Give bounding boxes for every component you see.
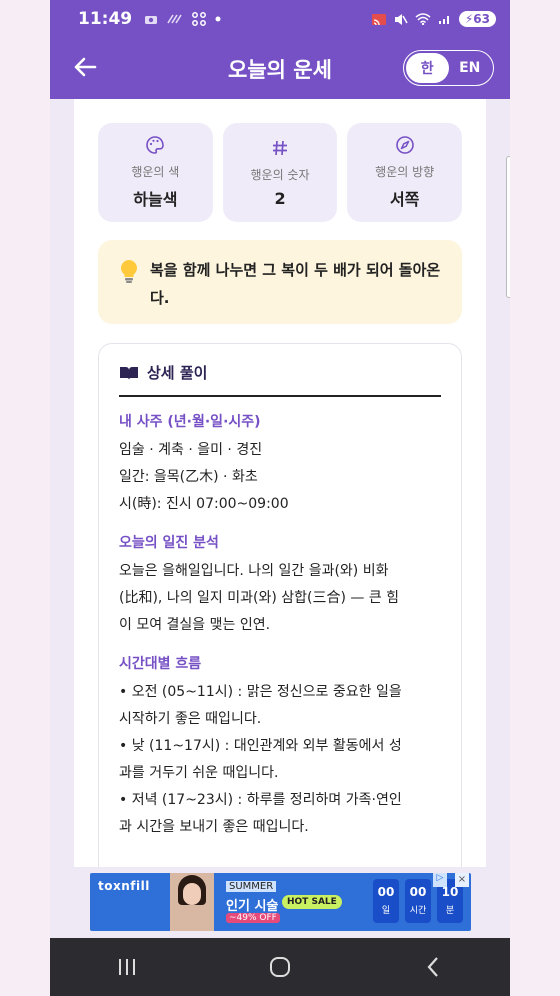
iljin-line: 오늘은 을해일입니다. 나의 일간 을과(와) 비화	[119, 563, 389, 579]
lucky-color-value: 하늘색	[133, 190, 178, 209]
status-system-icons: ⚡63	[371, 11, 496, 27]
lucky-direction-value: 서쪽	[389, 190, 420, 209]
ad-model-image	[170, 873, 214, 931]
status-time: 11:49	[78, 9, 133, 29]
saju-line: 시(時): 진시 07:00~09:00	[119, 496, 289, 512]
ad-timer-minutes-unit: 분	[445, 906, 455, 916]
ad-timer-hours-unit: 시간	[409, 906, 427, 916]
chevron-left-icon	[427, 957, 439, 977]
iljin-line: (比和), 나의 일지 미과(와) 삼합(三合) — 큰 힘	[119, 590, 400, 606]
back-arrow-icon[interactable]	[70, 52, 100, 82]
lucky-number-label: 행운의 숫자	[250, 167, 310, 182]
lightbulb-icon	[121, 260, 137, 283]
time-flow-line: • 저녁 (17~23시) : 하루를 정리하며 가족·연인	[119, 792, 402, 808]
status-notification-icons	[144, 12, 221, 26]
system-nav-bar	[50, 938, 510, 996]
lucky-items: 행운의 색 하늘색 행운의 숫자 2 행운의 방향 서쪽	[98, 123, 463, 222]
hash-icon	[273, 140, 287, 155]
lucky-number-value: 2	[274, 188, 286, 208]
book-icon	[120, 366, 138, 380]
lucky-direction-label: 행운의 방향	[375, 165, 435, 179]
ad-hot-sale: HOT SALE	[282, 895, 342, 909]
lang-english-button[interactable]: EN	[449, 53, 492, 83]
wifi-icon	[415, 13, 431, 25]
battery-level: 63	[473, 12, 490, 26]
ad-tag-popular: 인기 시술	[226, 899, 279, 914]
camera-icon	[145, 16, 158, 24]
detail-card: 상세 풀이 내 사주 (년·월·일·시주) 임술 · 계축 · 을미 · 경진 …	[98, 343, 462, 867]
phone-screen: 11:49 ⚡63 오늘의 운세 한 EN 행운의 색 하늘색 행운의 숫자 2…	[50, 0, 510, 996]
saju-section-title: 내 사주 (년·월·일·시주)	[119, 414, 261, 430]
palette-icon	[146, 136, 165, 154]
fortune-tip-text: 복을 함께 나누면 그 복이 두 배가 되어 돌아온다.	[150, 261, 441, 307]
detail-header-title: 상세 풀이	[147, 364, 208, 382]
ad-close-button[interactable]: ×	[455, 873, 469, 887]
scroll-edge-indicator	[506, 156, 510, 298]
ad-timer-days-unit: 일	[381, 906, 391, 916]
back-nav-button[interactable]	[413, 947, 453, 987]
time-flow-section-title: 시간대별 흐름	[119, 656, 202, 672]
ad-info-icon[interactable]: ▷	[433, 873, 447, 887]
lucky-color-card: 행운의 색 하늘색	[98, 123, 213, 222]
lucky-color-label: 행운의 색	[131, 165, 180, 179]
saju-section-text: 임술 · 계축 · 을미 · 경진 일간: 을목(乙木) · 화초 시(時): …	[119, 437, 441, 518]
grid-dots-icon	[192, 12, 207, 26]
saju-line: 임술 · 계축 · 을미 · 경진	[119, 442, 263, 458]
ad-tag-discount: ~49% OFF	[226, 913, 280, 923]
language-toggle[interactable]: 한 EN	[403, 50, 494, 86]
main-content: 행운의 색 하늘색 행운의 숫자 2 행운의 방향 서쪽 복을 함께 나누면 그…	[74, 99, 486, 867]
mute-icon	[394, 13, 408, 25]
stripes-icon	[167, 14, 182, 24]
compass-icon	[395, 136, 414, 154]
fortune-tip-card: 복을 함께 나누면 그 복이 두 배가 되어 돌아온다.	[98, 240, 462, 324]
iljin-section-title: 오늘의 일진 분석	[119, 535, 219, 551]
iljin-section-text: 오늘은 을해일입니다. 나의 일간 을과(와) 비화 (比和), 나의 일지 미…	[119, 558, 441, 639]
ad-tag-summer: SUMMER	[226, 881, 277, 892]
cast-icon	[371, 13, 386, 25]
ad-timer-hours-value: 00	[409, 885, 427, 899]
app-bar: 오늘의 운세 한 EN	[50, 38, 510, 99]
page-title: 오늘의 운세	[228, 57, 332, 82]
time-flow-line: 시작하기 좋은 때입니다.	[119, 711, 262, 727]
lucky-direction-card: 행운의 방향 서쪽	[347, 123, 463, 222]
ad-timer-hours: 00 시간	[405, 879, 431, 923]
ad-timer-minutes-value: 10	[441, 885, 459, 899]
ad-brand: toxnfill	[98, 879, 150, 893]
detail-header: 상세 풀이	[119, 362, 441, 397]
time-flow-line: • 낮 (11~17시) : 대인관계와 외부 활동에서 성	[119, 738, 402, 754]
ad-timer-days: 00 일	[373, 879, 399, 923]
ad-timer-days-value: 00	[377, 885, 395, 899]
time-flow-section-text: • 오전 (05~11시) : 맑은 정신으로 중요한 일을 시작하기 좋은 때…	[119, 679, 441, 841]
iljin-line: 이 모여 결실을 맺는 인연.	[119, 617, 271, 633]
lucky-number-card: 행운의 숫자 2	[222, 123, 338, 222]
time-flow-line: 과 시간을 보내기 좋은 때입니다.	[119, 819, 309, 835]
recent-apps-icon	[118, 959, 135, 975]
time-flow-line: • 오전 (05~11시) : 맑은 정신으로 중요한 일을	[119, 684, 402, 700]
signal-icon	[438, 16, 449, 24]
time-flow-line: 과를 거두기 쉬운 때입니다.	[119, 765, 279, 781]
ad-banner[interactable]: toxnfill SUMMER 인기 시술 ~49% OFF HOT SALE …	[90, 873, 471, 931]
home-button[interactable]	[260, 947, 300, 987]
ad-countdown: 00 일 00 시간 10 분	[373, 879, 463, 923]
lang-korean-button[interactable]: 한	[406, 53, 449, 83]
saju-line: 일간: 을목(乙木) · 화초	[119, 469, 258, 485]
recent-apps-button[interactable]	[107, 947, 147, 987]
home-icon	[269, 957, 290, 977]
battery-indicator: ⚡63	[458, 11, 496, 27]
status-bar: 11:49 ⚡63	[50, 0, 510, 38]
dot-icon	[215, 16, 221, 22]
